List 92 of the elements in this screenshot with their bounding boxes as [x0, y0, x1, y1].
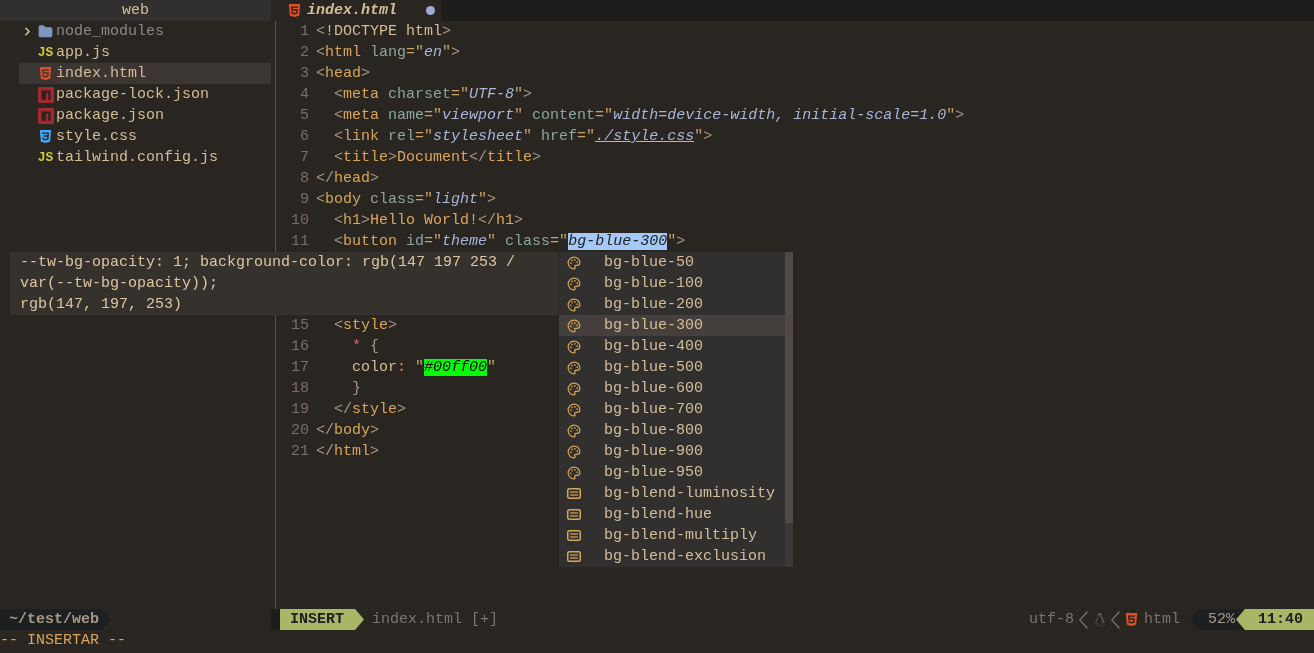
- code-line: <style>: [333, 316, 398, 336]
- html-icon: [39, 67, 52, 80]
- code-line: </head>: [316, 169, 380, 189]
- css-icon: [39, 130, 52, 143]
- code-line: <!DOCTYPE html>: [316, 22, 452, 42]
- cursor-position: 11:40: [1236, 609, 1314, 630]
- line-number: 17: [290, 358, 309, 378]
- code-line: <h1>Hello World!</h1>: [333, 211, 524, 231]
- js-icon: JS: [37, 151, 54, 164]
- code-line: <link rel="stylesheet" href="./style.css">: [333, 127, 713, 147]
- line-number: 10: [290, 211, 309, 231]
- completion-item[interactable]: bg-blue-800: [559, 420, 785, 441]
- line-number: 11: [290, 232, 309, 252]
- code-line: color: "#00ff00": [351, 358, 497, 378]
- line-number: 7: [299, 148, 309, 168]
- status-segment: [271, 609, 280, 630]
- code-line: <head>: [316, 64, 371, 84]
- palette-icon: [567, 381, 581, 396]
- text-icon: [567, 551, 581, 562]
- line-number: 21: [290, 442, 309, 462]
- completion-item[interactable]: bg-blend-exclusion: [559, 546, 785, 567]
- completion-item[interactable]: bg-blend-luminosity: [559, 483, 785, 504]
- code-line: </body>: [316, 421, 380, 441]
- text-icon: [567, 530, 581, 541]
- completion-item[interactable]: bg-blue-900: [559, 441, 785, 462]
- palette-icon: [567, 444, 581, 459]
- palette-icon: [567, 276, 581, 291]
- doc-line: var(--tw-bg-opacity));: [20, 274, 220, 294]
- completion-item[interactable]: bg-blend-multiply: [559, 525, 785, 546]
- line-number: 5: [299, 106, 309, 126]
- code-line: <title>Document</title>: [333, 148, 542, 168]
- code-line: <body class="light">: [316, 190, 497, 210]
- palette-icon: [567, 465, 581, 480]
- completion-item[interactable]: bg-blue-300: [559, 315, 785, 336]
- command-line: -- INSERTAR --: [0, 632, 127, 649]
- palette-icon: [567, 297, 581, 312]
- encoding: utf-8: [1028, 610, 1074, 630]
- code-line: <meta name="viewport" content="width=device-width, initial-scale=1.0">: [333, 106, 965, 126]
- mode-indicator: INSERT: [280, 609, 364, 630]
- line-number: 15: [290, 316, 309, 336]
- completion-item[interactable]: bg-blue-600: [559, 378, 785, 399]
- palette-icon: [567, 255, 581, 270]
- html-icon: [1124, 613, 1138, 626]
- palette-icon: [567, 402, 581, 417]
- doc-line: rgb(147, 197, 253): [20, 295, 184, 315]
- npm-icon: [37, 86, 54, 103]
- completion-item[interactable]: bg-blue-50: [559, 252, 785, 273]
- file-name: index.html [+]: [372, 610, 499, 630]
- completion-item[interactable]: bg-blue-500: [559, 357, 785, 378]
- js-icon: JS: [37, 46, 54, 59]
- code-line: * {: [351, 337, 380, 357]
- line-number: 3: [299, 64, 309, 84]
- penguin-icon: [1092, 612, 1106, 627]
- filetype: html: [1143, 610, 1180, 630]
- line-number: 2: [299, 43, 309, 63]
- line-number: 9: [299, 190, 309, 210]
- completion-item[interactable]: bg-blend-hue: [559, 504, 785, 525]
- folder-icon: [38, 24, 53, 39]
- palette-icon: [567, 360, 581, 375]
- text-icon: [567, 488, 581, 499]
- palette-icon: [567, 318, 581, 333]
- line-number: 19: [290, 400, 309, 420]
- code-line: <html lang="en">: [316, 43, 461, 63]
- line-number: 1: [299, 22, 309, 42]
- completion-item[interactable]: bg-blue-950: [559, 462, 785, 483]
- completion-item[interactable]: bg-blue-100: [559, 273, 785, 294]
- code-line: </html>: [316, 442, 380, 462]
- file-tree-item[interactable]: index.html: [19, 63, 271, 84]
- line-number: 18: [290, 379, 309, 399]
- palette-icon: [567, 423, 581, 438]
- code-line: <button id="theme" class="bg-blue-300">: [333, 232, 686, 252]
- text-icon: [567, 509, 581, 520]
- cwd-segment: ~/test/web: [0, 609, 111, 630]
- line-number: 4: [299, 85, 309, 105]
- html-icon: [288, 4, 301, 17]
- palette-icon: [567, 339, 581, 354]
- code-line: </style>: [333, 400, 407, 420]
- code-line: }: [351, 379, 361, 399]
- completion-item[interactable]: bg-blue-400: [559, 336, 785, 357]
- separator-icon: [1110, 610, 1120, 629]
- sidebar-title: web: [0, 0, 271, 21]
- npm-icon: [37, 107, 54, 124]
- line-number: 20: [290, 421, 309, 441]
- editor-tab[interactable]: index.html: [271, 0, 441, 21]
- completion-item[interactable]: bg-blue-700: [559, 399, 785, 420]
- separator-icon: [1078, 610, 1088, 629]
- doc-line: --tw-bg-opacity: 1; background-color: rgb(147 197 253 /: [20, 253, 517, 273]
- line-number: 6: [299, 127, 309, 147]
- line-number: 8: [299, 169, 309, 189]
- line-number: 16: [290, 337, 309, 357]
- code-line: <meta charset="UTF-8">: [333, 85, 533, 105]
- completion-item[interactable]: bg-blue-200: [559, 294, 785, 315]
